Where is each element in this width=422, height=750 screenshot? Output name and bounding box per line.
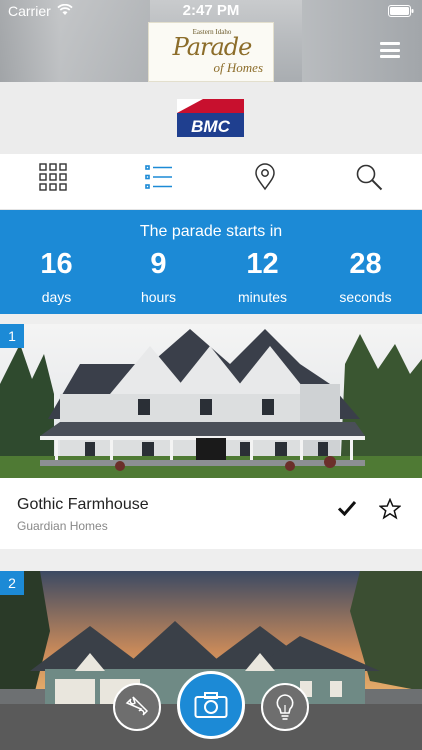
countdown-label: days <box>41 289 72 305</box>
countdown-banner: The parade starts in 16 days 9 hours 12 … <box>0 210 422 314</box>
countdown-days: 16 days <box>4 246 109 305</box>
countdown-seconds: 28 seconds <box>313 246 418 305</box>
lightbulb-icon <box>276 694 294 720</box>
ticket-icon <box>125 696 149 716</box>
house-photo <box>0 324 422 478</box>
listing-number-badge: 2 <box>0 571 24 595</box>
visited-check-icon[interactable] <box>337 500 357 516</box>
countdown-value: 9 <box>150 248 167 280</box>
countdown-label: seconds <box>339 289 392 305</box>
tab-grid-view[interactable] <box>0 154 105 210</box>
bmc-logo-text: BMC <box>191 117 230 136</box>
bmc-logo: BMC <box>177 99 244 137</box>
menu-icon[interactable] <box>380 42 400 58</box>
logo-title: Parade <box>172 33 253 61</box>
battery-icon <box>388 5 414 17</box>
tab-search[interactable] <box>315 154 420 210</box>
countdown-value: 12 <box>246 248 279 280</box>
countdown-value: 16 <box>40 248 73 280</box>
listing-title: Gothic Farmhouse <box>17 496 149 513</box>
listing-number-badge: 1 <box>0 324 24 348</box>
countdown-label: minutes <box>237 289 288 305</box>
search-icon <box>356 164 383 191</box>
countdown-title: The parade starts in <box>139 223 283 240</box>
clock: 2:47 PM <box>182 2 240 19</box>
tab-list-view[interactable] <box>105 154 210 210</box>
listing-builder: Guardian Homes <box>17 519 108 533</box>
countdown-label: hours <box>140 289 177 305</box>
grid-icon <box>39 163 67 191</box>
list-icon <box>145 165 172 189</box>
map-pin-icon <box>255 163 275 191</box>
sponsor-banner[interactable]: BMC <box>0 82 422 154</box>
countdown-minutes: 12 minutes <box>210 246 315 305</box>
listing-card[interactable]: 1 Gothic Farmhouse Guardian Homes <box>0 324 422 549</box>
countdown-hours: 9 hours <box>106 246 211 305</box>
countdown-value: 28 <box>349 248 382 280</box>
view-tabs <box>0 154 422 210</box>
tips-button[interactable] <box>261 683 309 731</box>
camera-button[interactable] <box>177 671 245 739</box>
logo-subtitle: of Homes <box>213 60 263 75</box>
tab-map-view[interactable] <box>210 154 315 210</box>
camera-icon <box>194 692 228 718</box>
parade-logo[interactable]: Eastern Idaho Parade of Homes <box>148 22 274 82</box>
status-bar: Carrier 2:47 PM <box>0 0 422 22</box>
favorite-star-icon[interactable] <box>379 498 401 520</box>
ticket-button[interactable] <box>113 683 161 731</box>
